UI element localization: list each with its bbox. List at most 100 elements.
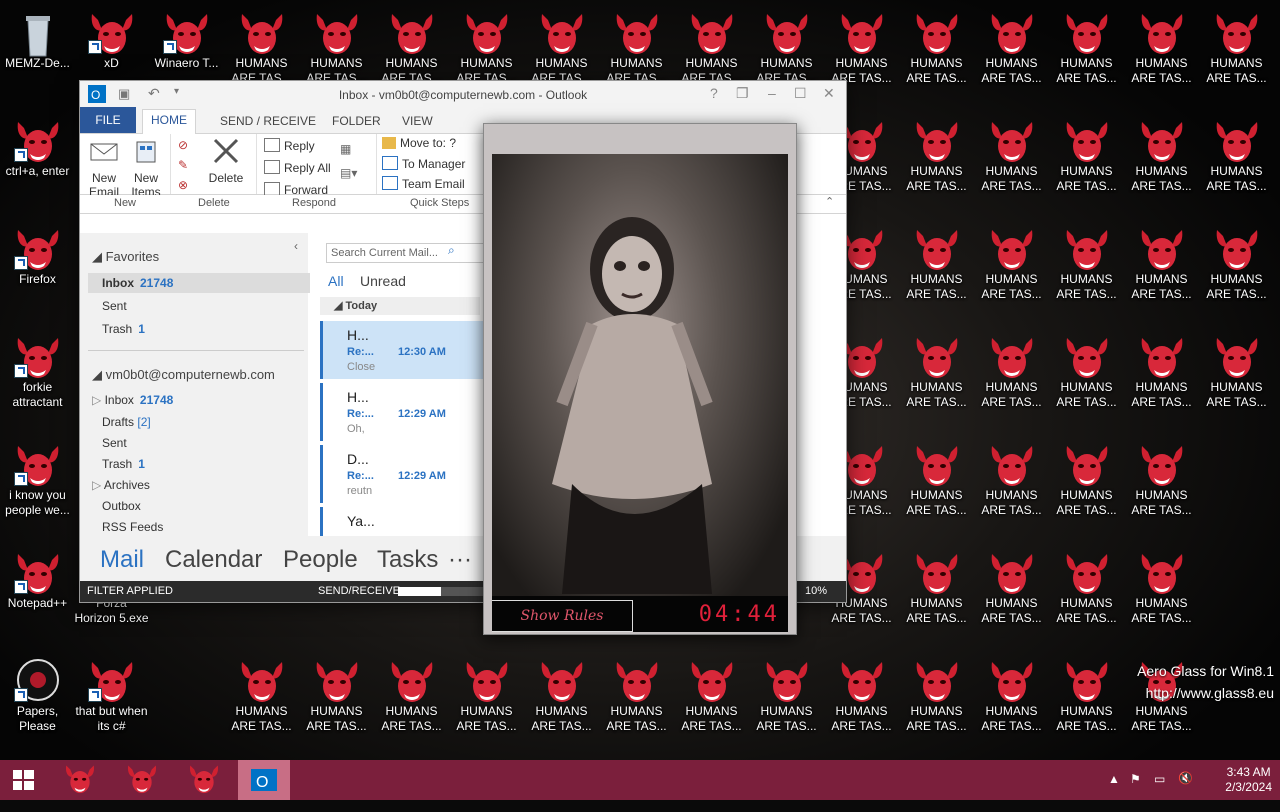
start-button[interactable]: [0, 760, 48, 800]
tab-home[interactable]: HOME: [142, 109, 196, 135]
desktop-icon-humans[interactable]: HUMANS ARE TAS...: [974, 544, 1049, 650]
desktop-icon-humans[interactable]: HUMANS ARE TAS...: [974, 4, 1049, 110]
more-respond-icon[interactable]: ▤▾: [340, 166, 357, 180]
folder-fav-sent[interactable]: Sent: [102, 299, 127, 313]
desktop-icon-csharp[interactable]: that but when its c#: [74, 652, 149, 758]
close-button[interactable]: ✕: [823, 85, 835, 102]
tab-file[interactable]: FILE: [80, 107, 136, 133]
desktop-icon-humans[interactable]: HUMANS ARE TAS...: [1049, 328, 1124, 434]
folder-fav-trash[interactable]: Trash 1: [102, 322, 145, 336]
desktop-icon-humans[interactable]: HUMANS ARE TAS...: [1124, 544, 1199, 650]
desktop-icon-humans[interactable]: HUMANS ARE TAS...: [899, 220, 974, 326]
folder-trash[interactable]: Trash 1: [102, 457, 145, 471]
folder-fav-inbox[interactable]: Inbox 21748: [88, 273, 310, 293]
taskbar-app-outlook[interactable]: O: [238, 760, 290, 800]
desktop-icon-humans[interactable]: HUMANS ARE TAS...: [899, 436, 974, 542]
taskbar-app-demon-3[interactable]: [180, 760, 228, 800]
desktop-icon-humans[interactable]: HUMANS ARE TAS...: [1124, 436, 1199, 542]
desktop-icon-humans[interactable]: HUMANS ARE TAS...: [899, 544, 974, 650]
list-item[interactable]: D... Re:... 12:29 AM reutn: [320, 445, 483, 503]
to-manager-button[interactable]: To Manager: [382, 156, 465, 171]
desktop-icon-humans[interactable]: HUMANS ARE TAS...: [974, 112, 1049, 218]
desktop-icon-humans[interactable]: HUMANS ARE TAS...: [1049, 112, 1124, 218]
group-header-today[interactable]: ◢ Today: [320, 297, 480, 315]
folder-inbox[interactable]: ▷ Inbox 21748: [92, 393, 173, 407]
nav-more[interactable]: ···: [448, 546, 472, 574]
desktop-icon-forkie[interactable]: forkie attractant: [0, 328, 75, 434]
title-bar[interactable]: O ▣ ↶ ▾ Inbox - vm0b0t@computernewb.com …: [80, 81, 846, 107]
desktop-icon-humans[interactable]: HUMANS ARE TAS...: [974, 436, 1049, 542]
desktop-icon-humans[interactable]: HUMANS ARE TAS...: [1199, 328, 1274, 434]
show-rules-button[interactable]: Show Rules: [492, 600, 633, 632]
desktop-icon-humans[interactable]: HUMANS ARE TAS...: [974, 328, 1049, 434]
action-center-icon[interactable]: ⚑: [1130, 772, 1141, 812]
reply-all-button[interactable]: Reply All: [264, 160, 331, 175]
desktop-icon-humans[interactable]: HUMANS ARE TAS...: [1199, 220, 1274, 326]
folder-drafts[interactable]: Drafts [2]: [102, 415, 151, 429]
desktop-icon-humans[interactable]: HUMANS ARE TAS...: [899, 112, 974, 218]
filter-all[interactable]: All: [328, 273, 344, 289]
desktop-icon-humans[interactable]: HUMANS ARE TAS...: [1124, 220, 1199, 326]
nav-mail[interactable]: Mail: [100, 546, 144, 574]
desktop-icon-humans[interactable]: HUMANS ARE TAS...: [1199, 112, 1274, 218]
desktop-icon-humans[interactable]: HUMANS ARE TAS...: [1049, 4, 1124, 110]
desktop-icon-humans[interactable]: HUMANS ARE TAS...: [1049, 544, 1124, 650]
junk-icon[interactable]: ⊗: [178, 178, 188, 192]
system-clock[interactable]: 3:43 AM 2/3/2024: [1225, 765, 1272, 795]
account-header[interactable]: ◢ vm0b0t@computernewb.com: [92, 367, 275, 383]
desktop-icon-humans[interactable]: HUMANS ARE TAS...: [824, 652, 899, 758]
desktop-icon-i-know-you[interactable]: i know you people we...: [0, 436, 75, 542]
desktop-icon-humans[interactable]: HUMANS ARE TAS...: [1049, 436, 1124, 542]
desktop-icon-humans[interactable]: HUMANS ARE TAS...: [974, 220, 1049, 326]
desktop-icon-humans[interactable]: HUMANS ARE TAS...: [1124, 328, 1199, 434]
search-input[interactable]: Search Current Mail...: [326, 243, 483, 263]
desktop-icon-humans[interactable]: HUMANS ARE TAS...: [524, 652, 599, 758]
desktop-icon-papers-please[interactable]: Papers, Please: [0, 652, 75, 758]
ignore-icon[interactable]: ⊘: [178, 138, 188, 152]
show-hidden-icons[interactable]: ▲: [1108, 772, 1120, 812]
folder-sent[interactable]: Sent: [102, 436, 127, 450]
reply-button[interactable]: Reply: [264, 138, 315, 153]
desktop-icon-humans[interactable]: HUMANS ARE TAS...: [1199, 4, 1274, 110]
minimize-button[interactable]: –: [768, 85, 776, 101]
tab-folder[interactable]: FOLDER: [324, 111, 389, 131]
desktop-icon-humans[interactable]: HUMANS ARE TAS...: [224, 652, 299, 758]
favorites-header[interactable]: ◢ Favorites: [92, 249, 159, 265]
desktop-icon-humans[interactable]: HUMANS ARE TAS...: [1049, 652, 1124, 758]
search-icon[interactable]: ⌕: [448, 243, 455, 258]
desktop-icon-humans[interactable]: HUMANS ARE TAS...: [1124, 4, 1199, 110]
folder-archives[interactable]: ▷ Archives: [92, 478, 150, 492]
new-items-button[interactable]: New Items: [126, 138, 166, 199]
desktop-icon-humans[interactable]: HUMANS ARE TAS...: [749, 652, 824, 758]
tab-view[interactable]: VIEW: [394, 111, 441, 131]
maximize-button[interactable]: ☐: [794, 85, 807, 102]
volume-muted-icon[interactable]: 🔇: [1178, 771, 1193, 811]
delete-button[interactable]: Delete: [204, 138, 248, 185]
clean-up-icon[interactable]: ✎: [178, 158, 188, 172]
nav-tasks[interactable]: Tasks: [377, 546, 438, 574]
network-icon[interactable]: ▭: [1154, 772, 1165, 812]
list-item[interactable]: H... Re:... 12:29 AM Oh,: [320, 383, 483, 441]
desktop-icon-humans[interactable]: HUMANS ARE TAS...: [674, 652, 749, 758]
taskbar-app-demon-2[interactable]: [118, 760, 166, 800]
team-email-button[interactable]: Team Email: [382, 176, 465, 191]
desktop-icon-humans[interactable]: HUMANS ARE TAS...: [899, 328, 974, 434]
desktop-icon-humans[interactable]: HUMANS ARE TAS...: [374, 652, 449, 758]
desktop-icon-notepad[interactable]: Notepad++: [0, 544, 75, 650]
desktop-icon-humans[interactable]: HUMANS ARE TAS...: [1124, 112, 1199, 218]
new-email-button[interactable]: New Email: [84, 138, 124, 199]
ribbon-display-button[interactable]: ❐: [736, 85, 749, 102]
desktop-icon-humans[interactable]: HUMANS ARE TAS...: [899, 4, 974, 110]
meeting-icon[interactable]: ▦: [340, 142, 351, 156]
nav-calendar[interactable]: Calendar: [165, 546, 262, 574]
list-item[interactable]: H... Re:... 12:30 AM Close: [320, 321, 483, 379]
nav-people[interactable]: People: [283, 546, 358, 574]
collapse-ribbon-icon[interactable]: ⌃: [825, 195, 834, 208]
desktop-icon-humans[interactable]: HUMANS ARE TAS...: [1049, 220, 1124, 326]
desktop-icon-humans[interactable]: HUMANS ARE TAS...: [599, 652, 674, 758]
folder-outbox[interactable]: Outbox: [102, 499, 141, 513]
taskbar-app-demon-1[interactable]: [56, 760, 104, 800]
desktop-icon-humans[interactable]: HUMANS ARE TAS...: [299, 652, 374, 758]
move-to-button[interactable]: Move to: ?: [382, 136, 456, 150]
minimize-pane-icon[interactable]: ‹: [294, 239, 298, 253]
